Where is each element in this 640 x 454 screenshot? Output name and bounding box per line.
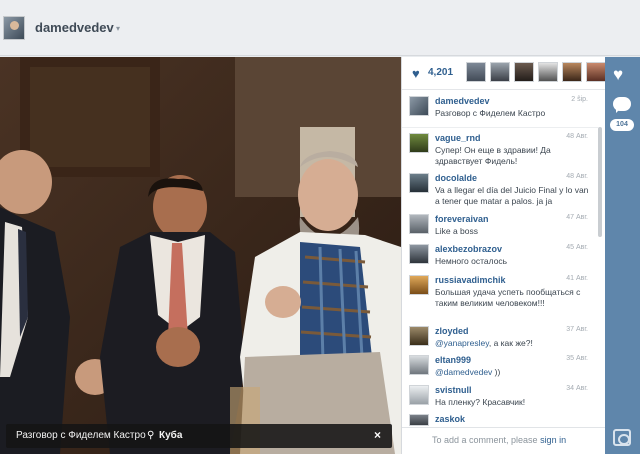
close-icon[interactable]: × [374,428,381,442]
comment-text: На пленку? Красавчик! [435,397,526,407]
comment-username[interactable]: vague_rnd [435,133,481,143]
liker-avatar[interactable] [466,62,486,82]
comment-text: @yanapresley, а как же?! [435,338,590,349]
comment-item: vague_rnd 48 Авг. Супер! Он еще в здрави… [402,133,598,173]
comment-username[interactable]: zaskok [435,414,465,424]
comment-text: Like a boss [435,226,478,236]
divider [402,127,598,128]
comment-avatar[interactable] [409,326,429,346]
comment-avatar[interactable] [409,355,429,375]
header-username[interactable]: damedvedev [35,20,114,35]
comment-avatar[interactable] [409,414,429,426]
comment-item: alexbezobrazov 45 Авг. Немного осталось [402,244,598,272]
post-photo[interactable]: Разговор с Фиделем Кастро ⚲ Куба × [0,57,401,454]
liker-avatar[interactable] [562,62,582,82]
comment-count-badge: 104 [610,119,634,131]
comment-text: Супер! Он еще в здравии! Да здравствует … [435,145,551,166]
comment-item: eltan999 35 Авг. @damedvedev )) [402,355,598,381]
profile-avatar[interactable] [3,16,25,40]
add-comment-text: To add a comment, please [432,435,541,445]
comment-username[interactable]: zloyded [435,326,469,336]
comment-time: 48 Авг. [566,133,588,140]
comment-username[interactable]: russiavadimchik [435,275,506,285]
comment-item: russiavadimchik 41 Авг. Большая удача ус… [402,275,598,325]
comment-bubble-icon[interactable] [613,97,631,113]
comment-text: @damedvedev )) [435,367,590,378]
location-pin-icon: ⚲ [147,430,155,441]
comment-time: 2 ŝip. [571,96,588,103]
action-rail: ♥ 104 [605,57,640,454]
photo-image [0,57,401,454]
comment-time: 47 Авг. [566,214,588,221]
comment-time: 41 Авг. [566,275,588,282]
comment-time: 45 Авг. [566,244,588,251]
comment-username[interactable]: eltan999 [435,355,471,365]
comment-item: docolalde 48 Авг. Va a llegar el día del… [402,173,598,213]
caption-bar: Разговор с Фиделем Кастро ⚲ Куба × [6,424,392,448]
comment-avatar[interactable] [409,275,429,295]
comment-avatar[interactable] [409,214,429,234]
comment-username[interactable]: docolalde [435,173,477,183]
comment-item: zaskok [402,414,598,426]
comment-item: svistnull 34 Авг. На пленку? Красавчик! [402,385,598,411]
comment-item: zloyded 37 Авг. @yanapresley, а как же?! [402,326,598,352]
comments-scrollbar[interactable] [598,127,602,237]
comment-mention[interactable]: @yanapresley [435,338,489,348]
comment-username[interactable]: foreveraivan [435,214,489,224]
comment-time: 48 Авг. [566,173,588,180]
comment-username[interactable]: svistnull [435,385,472,395]
comment-item: foreveraivan 47 Авг. Like a boss [402,214,598,242]
caption-comment: damedvedev 2 ŝip. Разговор с Фиделем Кас… [402,96,598,126]
comment-avatar[interactable] [409,244,429,264]
comment-text: Большая удача успеть пообщаться с таким … [435,287,581,308]
liker-avatar[interactable] [538,62,558,82]
heart-icon[interactable]: ♥ [412,66,420,81]
comment-text: Немного осталось [435,256,508,266]
comment-time: 35 Авг. [566,355,588,362]
comment-avatar[interactable] [409,385,429,405]
comment-avatar[interactable] [409,96,429,116]
add-comment-bar: To add a comment, please sign in [402,427,605,454]
add-comment-prompt: To add a comment, please sign in [432,435,566,445]
liker-avatar[interactable] [514,62,534,82]
comment-username[interactable]: damedvedev [435,96,490,106]
chevron-down-icon[interactable]: ▾ [116,24,120,33]
location-name[interactable]: Куба [159,430,182,441]
comment-text: Va a llegar el día del Juicio Final y lo… [435,185,589,206]
photo-caption: Разговор с Фиделем Кастро [16,430,146,441]
comment-avatar[interactable] [409,173,429,193]
camera-icon[interactable] [613,429,631,446]
comment-text: Разговор с Фиделем Кастро [435,108,546,118]
comment-avatar[interactable] [409,133,429,153]
like-count[interactable]: 4,201 [428,67,453,78]
comment-body: , а как же?! [488,338,533,348]
like-heart-icon[interactable]: ♥ [613,65,623,85]
comment-time: 37 Авг. [566,326,588,333]
top-bar: damedvedev ▾ [0,0,640,56]
comment-username[interactable]: alexbezobrazov [435,244,502,254]
sign-in-link[interactable]: sign in [540,435,566,445]
comment-body: )) [492,367,501,377]
comment-mention[interactable]: @damedvedev [435,367,492,377]
liker-avatar[interactable] [586,62,605,82]
likes-row: ♥ 4,201 [402,57,605,90]
comments-panel: ♥ 4,201 damedvedev 2 ŝip. Разговор с Фид… [401,57,605,454]
page: damedvedev ▾ Разговор с Фиделем Кастро ⚲… [0,0,640,454]
comment-time: 34 Авг. [566,385,588,392]
liker-avatar[interactable] [490,62,510,82]
